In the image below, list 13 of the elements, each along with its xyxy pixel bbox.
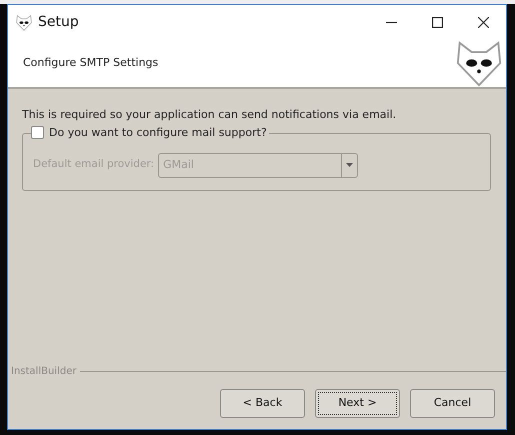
wizard-button[interactable]: < Back	[220, 389, 305, 418]
maximize-icon	[432, 17, 442, 28]
brand-label: InstallBuilder	[11, 365, 76, 379]
mail-support-checkbox[interactable]	[31, 126, 44, 140]
cat-face-icon	[16, 14, 32, 30]
checkbox-label: Do you want to configure mail support?	[49, 124, 267, 140]
dropdown-caret-icon	[346, 163, 354, 167]
page-heading: Configure SMTP Settings	[23, 55, 160, 72]
wizard-button[interactable]: Next >	[315, 389, 400, 418]
wizard-button[interactable]: Cancel	[410, 389, 495, 418]
window-title: Setup	[38, 13, 80, 32]
close-icon	[478, 17, 488, 28]
description-text: This is required so your application can send notifications via email.	[22, 107, 398, 123]
